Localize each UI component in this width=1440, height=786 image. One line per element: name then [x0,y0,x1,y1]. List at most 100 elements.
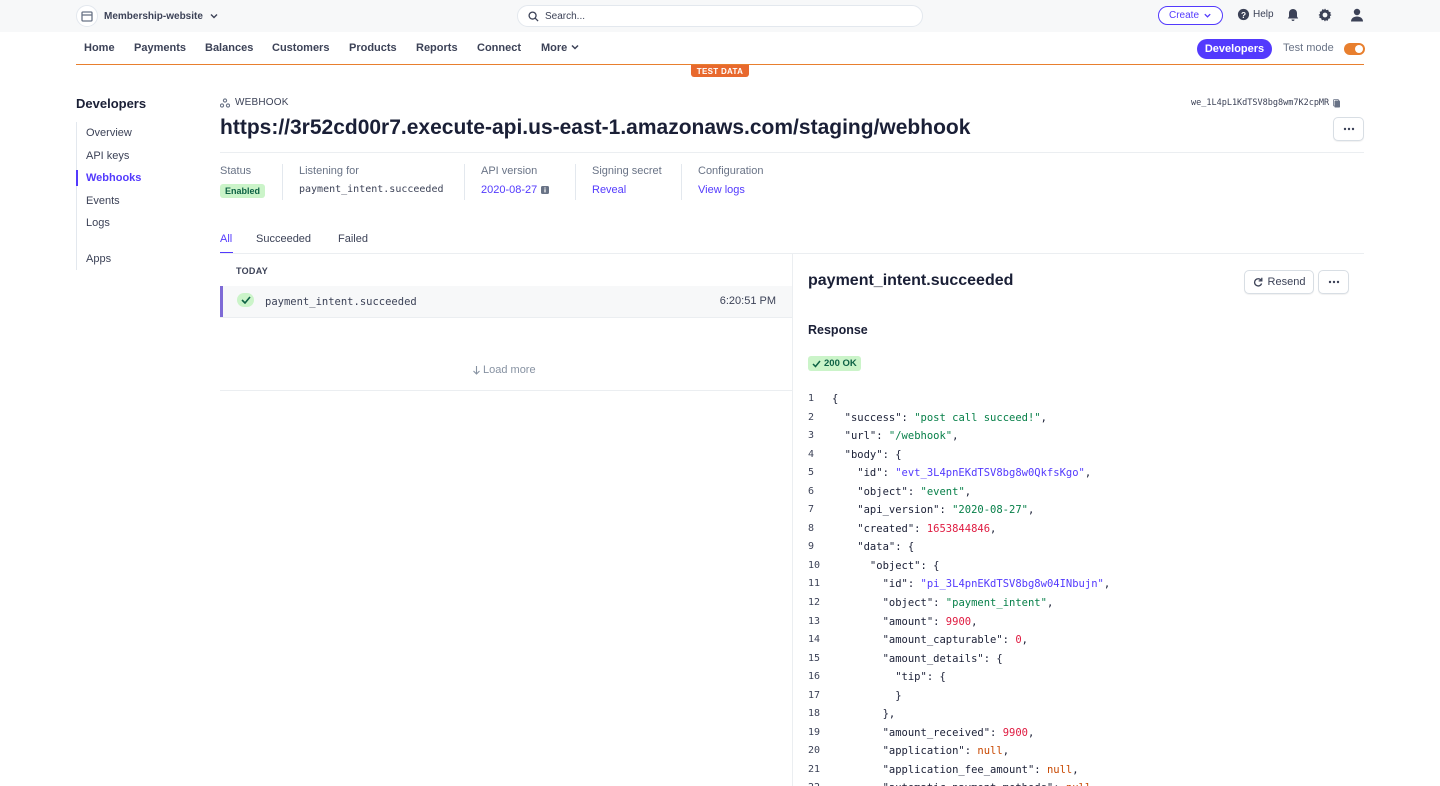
meta-divider [282,164,283,200]
code-content: "object": "event", [832,483,971,501]
code-line: 9 "data": { [808,538,1408,557]
code-content: "automatic_payment_methods": null, [832,779,1098,786]
webhook-type-text: WEBHOOK [235,97,289,108]
load-more-label: Load more [483,364,536,376]
line-number: 13 [808,615,821,627]
sidebar-item-events[interactable]: Events [77,190,196,213]
code-key: "data": { [832,541,915,554]
code-content: { [832,390,838,408]
account-switcher[interactable]: Membership-website [76,4,219,28]
nav-connect[interactable]: Connect [477,42,521,54]
code-line: 10 "object": { [808,557,1408,576]
developers-button[interactable]: Developers [1197,39,1272,59]
code-key: }, [832,708,896,721]
code-punct: , [1027,726,1035,739]
nav-more[interactable]: More [541,42,580,54]
info-icon [541,186,550,194]
sidebar-item-logs[interactable]: Logs [77,212,196,235]
resend-button[interactable]: Resend [1244,270,1314,294]
code-key: "created": [832,522,927,535]
view-logs-link[interactable]: View logs [698,184,763,196]
copy-icon[interactable] [1333,98,1341,108]
create-button[interactable]: Create [1158,6,1223,25]
reveal-secret-link[interactable]: Reveal [592,184,662,196]
more-horizontal-icon [1328,280,1339,284]
settings-gear-icon[interactable] [1317,7,1333,23]
sidebar: Overview API keys Webhooks Events Logs A… [76,122,196,270]
code-line: 2 "success": "post call succeed!", [808,409,1408,428]
create-label: Create [1168,10,1199,21]
webhook-url: https://3r52cd00r7.execute-api.us-east-1… [220,116,971,139]
code-punct: , [1002,745,1010,758]
webhook-id-text: we_1L4pL1KdTSV8bg8wm7K2cpMR [1191,98,1330,108]
code-value: null [1046,763,1073,776]
nav-home[interactable]: Home [84,42,115,54]
tab-failed[interactable]: Failed [338,233,368,245]
search-bar[interactable] [517,5,923,27]
help-icon: ? [1237,8,1250,21]
code-punct: , [1021,634,1028,647]
line-number: 4 [808,448,815,460]
nav-reports[interactable]: Reports [416,42,458,54]
meta-listening: Listening for payment_intent.succeeded [299,165,444,203]
sidebar-item-overview[interactable]: Overview [77,122,196,145]
code-key: "id": [832,578,921,591]
webhook-more-button[interactable] [1333,117,1364,141]
code-value: 9900 [1002,726,1028,739]
search-input[interactable] [545,10,905,22]
meta-api-version-value[interactable]: 2020-08-27 [481,184,550,196]
event-more-button[interactable] [1318,270,1349,294]
nav-products[interactable]: Products [349,42,397,54]
more-horizontal-icon [1343,127,1354,131]
event-group-label: TODAY [236,266,269,276]
code-value: "pi_3L4pnEKdTSV8bg8w04INbujn" [920,578,1104,591]
code-line: 20 "application": null, [808,742,1408,761]
test-mode-toggle[interactable] [1344,43,1365,55]
code-key: "body": { [832,448,902,461]
line-number: 5 [808,467,815,479]
help-button[interactable]: ? Help [1237,8,1274,21]
nav-balances[interactable]: Balances [205,42,253,54]
chevron-down-icon [571,44,579,50]
sidebar-item-api-keys[interactable]: API keys [77,145,196,168]
webhook-id[interactable]: we_1L4pL1KdTSV8bg8wm7K2cpMR [1191,98,1341,108]
code-line: 19 "amount_received": 9900, [808,724,1408,743]
notifications-bell-icon[interactable] [1285,7,1301,23]
line-number: 6 [808,485,815,497]
code-line: 18 }, [808,705,1408,724]
nav-payments[interactable]: Payments [134,42,186,54]
load-more-button[interactable]: Load more [472,364,536,376]
user-profile-icon[interactable] [1349,7,1365,23]
code-punct: , [990,522,997,535]
event-row[interactable]: payment_intent.succeeded 6:20:51 PM [220,286,792,318]
line-number: 10 [808,559,821,571]
meta-listening-label: Listening for [299,165,359,177]
meta-signing-secret: Signing secret Reveal [592,165,662,203]
main-navigation: Home Payments Balances Customers Product… [76,32,1365,65]
code-content: "success": "post call succeed!", [832,409,1047,427]
code-line: 15 "amount_details": { [808,650,1408,669]
sidebar-item-webhooks[interactable]: Webhooks [76,167,196,190]
code-line: 7 "api_version": "2020-08-27", [808,501,1408,520]
code-punct: , [971,615,978,628]
sidebar-item-apps[interactable]: Apps [77,248,196,271]
code-line: 13 "amount": 9900, [808,613,1408,632]
code-content: "data": { [832,538,914,556]
header-divider [220,152,1364,153]
code-key: "amount_capturable": [832,634,1016,647]
code-key: } [832,689,902,702]
code-content: "object": "payment_intent", [832,594,1054,612]
code-key: "automatic_payment_methods": [832,782,1066,786]
line-number: 1 [808,393,815,404]
nav-customers[interactable]: Customers [272,42,329,54]
code-content: "amount_received": 9900, [832,724,1035,742]
code-line: 17 } [808,687,1408,706]
meta-status: Status Enabled [220,165,266,203]
code-line: 5 "id": "evt_3L4pnEKdTSV8bg8w0QkfsKgo", [808,464,1408,483]
code-content: "url": "/webhook", [832,427,959,445]
test-data-banner: TEST DATA [691,65,749,77]
check-icon [812,360,821,368]
tab-succeeded[interactable]: Succeeded [256,233,311,245]
tab-all[interactable]: All [220,233,232,245]
